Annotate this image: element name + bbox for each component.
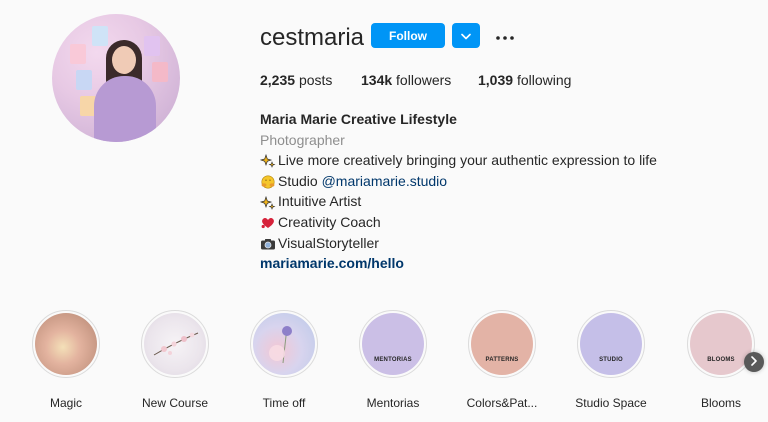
highlight-cover: BLOOMS (690, 313, 752, 375)
highlight-label: Time off (262, 396, 306, 410)
highlight-ring: STUDIO (577, 310, 645, 378)
chevron-right-icon (750, 353, 758, 371)
story-highlights: Magic New Course Time off MENTORIAS Ment… (0, 310, 768, 422)
highlight-ring (141, 310, 209, 378)
bio-line: Intuitive Artist (259, 191, 657, 212)
highlight-label: Studio Space (575, 396, 647, 410)
posts-label: posts (298, 72, 333, 88)
profile-bio: Maria Marie Creative Lifestyle Photograp… (259, 109, 657, 274)
highlight-cover (144, 313, 206, 375)
followers-label: followers (396, 72, 452, 88)
bio-line: Live more creatively bringing your authe… (259, 150, 657, 171)
highlight-cover (35, 313, 97, 375)
bio-line: Studio @mariamarie.studio (260, 171, 657, 192)
website-link[interactable]: mariamarie.com/hello (260, 253, 657, 274)
highlight-label: New Course (141, 396, 209, 410)
highlight-label: Mentorias (366, 396, 420, 410)
highlight-cover (253, 313, 315, 375)
category-label: Photographer (260, 131, 345, 148)
bio-line: VisualStoryteller (260, 233, 657, 254)
highlight-label: Blooms (700, 396, 741, 410)
highlight-label: Magic (49, 396, 82, 410)
full-name: Maria Marie Creative Lifestyle (260, 111, 457, 127)
followers-link[interactable]: 134k followers (361, 72, 451, 88)
chevron-down-icon (461, 27, 471, 45)
profile-avatar[interactable] (52, 14, 180, 142)
followers-number: 134k (361, 72, 393, 88)
camera-icon (260, 236, 276, 250)
more-options-button[interactable] (494, 24, 516, 48)
follow-button[interactable]: Follow (371, 23, 445, 48)
sparkles-icon (259, 195, 276, 210)
hugging-face-icon (260, 174, 276, 189)
suggested-accounts-button[interactable] (452, 23, 480, 48)
highlight-cover: MENTORIAS (362, 313, 424, 375)
highlight-cover: STUDIO (580, 313, 642, 375)
heart-exclamation-icon (260, 215, 276, 229)
posts-number: 2,235 (260, 72, 296, 88)
highlight-studio-space[interactable]: STUDIO Studio Space (566, 310, 656, 410)
highlight-label: Colors&Pat... (466, 396, 538, 410)
following-label: following (516, 72, 572, 88)
highlight-time-off[interactable]: Time off (239, 310, 329, 410)
highlights-next-button[interactable] (744, 352, 764, 372)
following-link[interactable]: 1,039 following (478, 72, 571, 88)
highlight-ring (32, 310, 100, 378)
highlight-mentorias[interactable]: MENTORIAS Mentorias (348, 310, 438, 410)
highlight-new-course[interactable]: New Course (130, 310, 220, 410)
highlight-colors-patterns[interactable]: PATTERNS Colors&Pat... (457, 310, 547, 410)
highlight-ring (250, 310, 318, 378)
bio-line: Creativity Coach (260, 212, 657, 233)
username: cestmaria (260, 24, 365, 51)
highlight-cover: PATTERNS (471, 313, 533, 375)
highlight-ring: BLOOMS (687, 310, 755, 378)
highlight-ring: PATTERNS (468, 310, 536, 378)
studio-mention-link[interactable]: @mariamarie.studio (322, 171, 447, 192)
highlight-ring: MENTORIAS (359, 310, 427, 378)
highlight-magic[interactable]: Magic (21, 310, 111, 410)
following-number: 1,039 (478, 72, 514, 88)
more-horizontal-icon (496, 27, 514, 45)
sparkles-icon (259, 153, 276, 169)
posts-count: 2,235 posts (260, 72, 332, 88)
